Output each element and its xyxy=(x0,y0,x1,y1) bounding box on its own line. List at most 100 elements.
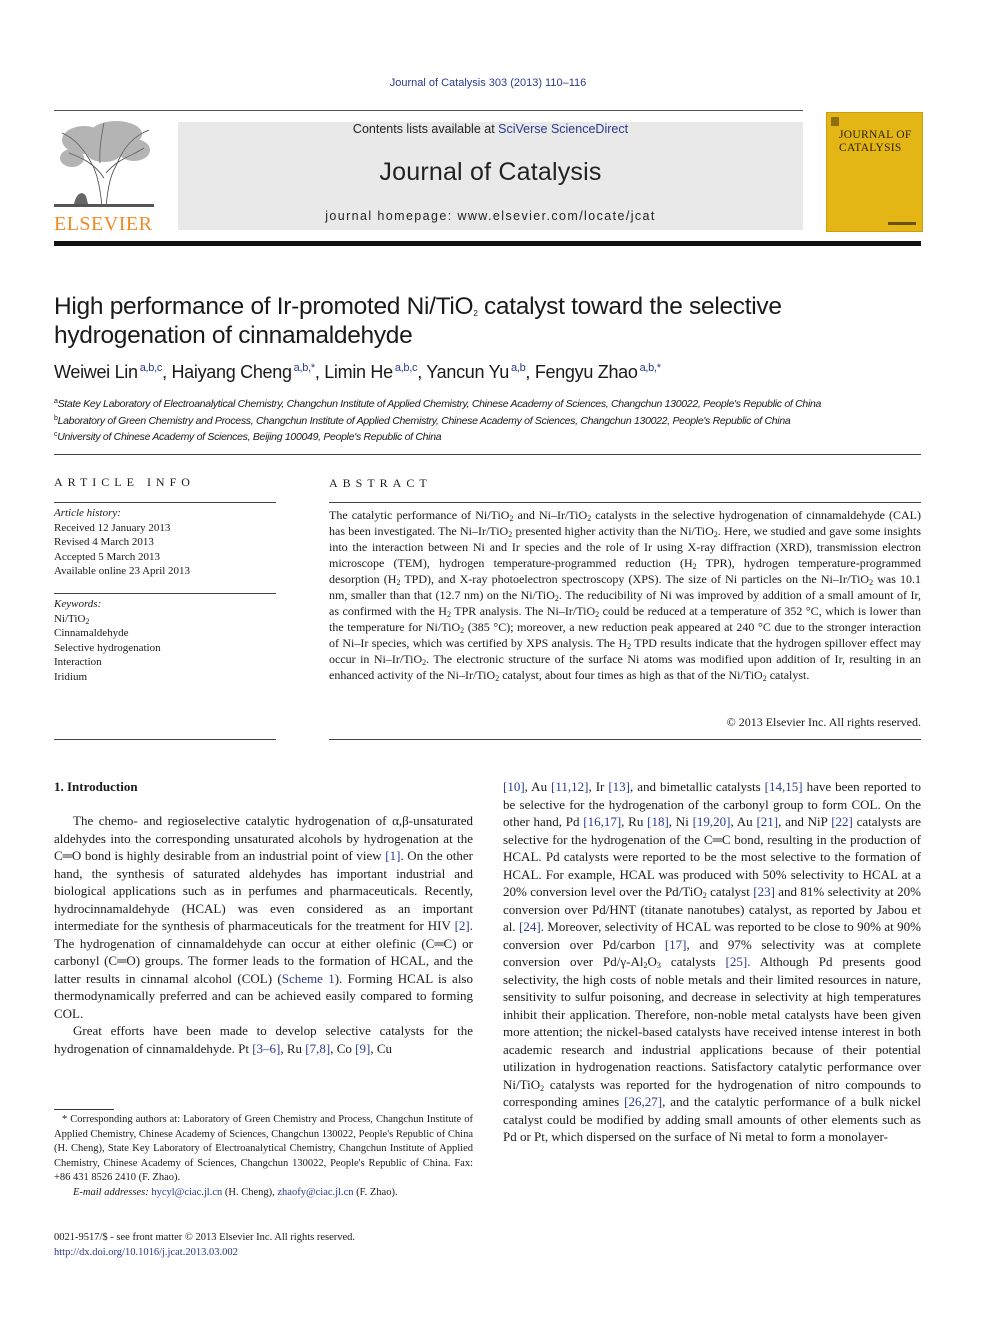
citation-link[interactable]: [21] xyxy=(756,814,778,829)
abstract-heading: ABSTRACT xyxy=(329,476,432,490)
keyword-item: Selective hydrogenation xyxy=(54,641,161,654)
subscript: 2 xyxy=(762,674,767,683)
subscript: 2 xyxy=(396,578,401,587)
citation-link[interactable]: [16,17] xyxy=(583,814,621,829)
subscript: 2 xyxy=(702,891,707,900)
subscript: 2 xyxy=(587,514,592,523)
email-link-cheng[interactable]: hycyl@ciac.jl.cn xyxy=(151,1187,222,1198)
citation-link[interactable]: [22] xyxy=(831,814,853,829)
author-name[interactable]: Weiwei Lin xyxy=(54,362,138,382)
citation-link[interactable]: [7,8] xyxy=(305,1041,330,1056)
email-link-zhao[interactable]: zhaofy@ciac.jl.cn xyxy=(277,1187,353,1198)
author-name[interactable]: Fengyu Zhao xyxy=(535,362,638,382)
citation-link[interactable]: [1] xyxy=(385,848,400,863)
journal-citation-link[interactable]: Journal of Catalysis 303 (2013) 110–116 xyxy=(0,77,976,89)
sciencedirect-link[interactable]: SciVerse ScienceDirect xyxy=(498,122,628,136)
citation-link[interactable]: [17] xyxy=(665,937,687,952)
author-affiliation-marks[interactable]: a,b,c xyxy=(140,362,163,374)
affiliations: aState Key Laboratory of Electroanalytic… xyxy=(54,395,924,445)
author-affiliation-marks[interactable]: a,b,* xyxy=(640,362,661,374)
keyword-item: Iridium xyxy=(54,670,87,683)
keyword-subscript: 2 xyxy=(85,616,90,626)
author-name[interactable]: Limin He xyxy=(324,362,393,382)
body-column-left: The chemo- and regioselective catalytic … xyxy=(54,812,473,1057)
citation-link[interactable]: [3–6] xyxy=(252,1041,280,1056)
history-item: Received 12 January 2013 xyxy=(54,521,171,534)
journal-name: Journal of Catalysis xyxy=(379,158,602,186)
footnote-rule xyxy=(54,1109,114,1110)
subscript: 2 xyxy=(713,530,718,539)
affiliation-text: University of Chinese Academy of Science… xyxy=(57,431,442,443)
doi-link[interactable]: http://dx.doi.org/10.1016/j.jcat.2013.03… xyxy=(54,1247,238,1258)
history-label: Article history: xyxy=(54,507,121,519)
cover-title-line: JOURNAL OF xyxy=(839,129,912,141)
keyword-item: Interaction xyxy=(54,656,102,668)
keywords-label: Keywords: xyxy=(54,598,102,610)
author-affiliation-marks[interactable]: a,b,* xyxy=(294,362,315,374)
citation-link[interactable]: [23] xyxy=(753,884,775,899)
abstract-text: The catalytic performance of Ni/TiO2 and… xyxy=(329,508,922,683)
title-text: High performance of Ir-promoted Ni/TiO xyxy=(54,293,474,320)
history-item: Available online 23 April 2013 xyxy=(54,565,191,577)
article-title: High performance of Ir-promoted Ni/TiO2 … xyxy=(54,292,924,350)
citation-link[interactable]: [26,27] xyxy=(624,1094,662,1109)
keyword-item: Cinnamaldehyde xyxy=(54,627,129,639)
contents-line: Contents lists available at SciVerse Sci… xyxy=(178,122,803,136)
subscript: 2 xyxy=(495,674,500,683)
citation-link[interactable]: [9] xyxy=(355,1041,370,1056)
divider xyxy=(329,739,921,740)
author-name[interactable]: Haiyang Cheng xyxy=(171,362,291,382)
journal-banner: Contents lists available at SciVerse Sci… xyxy=(178,122,803,230)
citation-link[interactable]: [19,20] xyxy=(693,814,731,829)
citation-link[interactable]: Scheme 1 xyxy=(282,971,335,986)
front-matter: 0021-9517/$ - see front matter © 2013 El… xyxy=(54,1231,473,1260)
history-item: Accepted 5 March 2013 xyxy=(54,550,160,563)
abstract-copyright: © 2013 Elsevier Inc. All rights reserved… xyxy=(726,715,921,729)
issn-copyright: 0021-9517/$ - see front matter © 2013 El… xyxy=(54,1232,356,1243)
publisher-logo[interactable]: ELSEVIER xyxy=(54,118,158,235)
subscript: 2 xyxy=(446,610,451,619)
citation-link[interactable]: [13] xyxy=(608,779,630,794)
body-paragraph: Great efforts have been made to develop … xyxy=(54,1023,473,1056)
cover-publisher-icon xyxy=(831,117,839,126)
keyword-text: Ni/TiO xyxy=(54,612,86,625)
citation-link[interactable]: [2] xyxy=(455,918,470,933)
citation-link[interactable]: [18] xyxy=(647,814,669,829)
author-affiliation-marks[interactable]: a,b,c xyxy=(395,362,418,374)
publisher-name: ELSEVIER xyxy=(54,213,153,235)
citation-link[interactable]: [11,12] xyxy=(551,779,588,794)
section-heading-introduction: 1. Introduction xyxy=(54,779,138,794)
history-item: Revised 4 March 2013 xyxy=(54,536,154,548)
author-list: Weiwei Lin a,b,c, Haiyang Cheng a,b,*, Lim… xyxy=(54,362,661,382)
citation-link[interactable]: [24] xyxy=(519,919,541,934)
subscript: 2 xyxy=(595,610,600,619)
subscript: 2 xyxy=(509,514,514,523)
header-rule xyxy=(54,110,803,111)
affiliation: aState Key Laboratory of Electroanalytic… xyxy=(54,395,924,412)
cover-title: JOURNAL OF CATALYSIS xyxy=(839,129,922,155)
journal-homepage-link[interactable]: journal homepage: www.elsevier.com/locat… xyxy=(178,209,803,223)
keyword-item: Ni/TiO2 xyxy=(54,612,276,627)
author-name[interactable]: Yancun Yu xyxy=(426,362,509,382)
subscript: 2 xyxy=(460,626,465,635)
subscript: 2 xyxy=(692,562,697,571)
citation-link[interactable]: [10] xyxy=(503,779,525,794)
section-divider xyxy=(54,454,921,455)
subscript: 2 xyxy=(869,578,874,587)
cover-footer-mark xyxy=(888,222,916,225)
affiliation: cUniversity of Chinese Academy of Scienc… xyxy=(54,428,924,445)
journal-cover-thumbnail[interactable]: JOURNAL OF CATALYSIS xyxy=(826,112,923,232)
contents-prefix: Contents lists available at xyxy=(352,122,499,136)
citation-link[interactable]: [14,15] xyxy=(765,779,803,794)
body-paragraph: The chemo- and regioselective catalytic … xyxy=(54,813,473,1021)
article-info-heading: ARTICLE INFO xyxy=(54,475,195,489)
citation-link[interactable]: [25] xyxy=(726,954,748,969)
subscript: 2 xyxy=(508,530,513,539)
corresponding-author-footnote: * Corresponding authors at: Laboratory o… xyxy=(54,1113,473,1200)
keywords: Keywords: Ni/TiO2 Cinnamaldehyde Selectiv… xyxy=(54,597,276,684)
corresponding-note: * Corresponding authors at: Laboratory o… xyxy=(54,1114,473,1183)
divider xyxy=(54,502,276,503)
email-owner: (H. Cheng), xyxy=(222,1186,278,1198)
divider xyxy=(329,502,921,503)
author-affiliation-marks[interactable]: a,b xyxy=(511,362,526,374)
